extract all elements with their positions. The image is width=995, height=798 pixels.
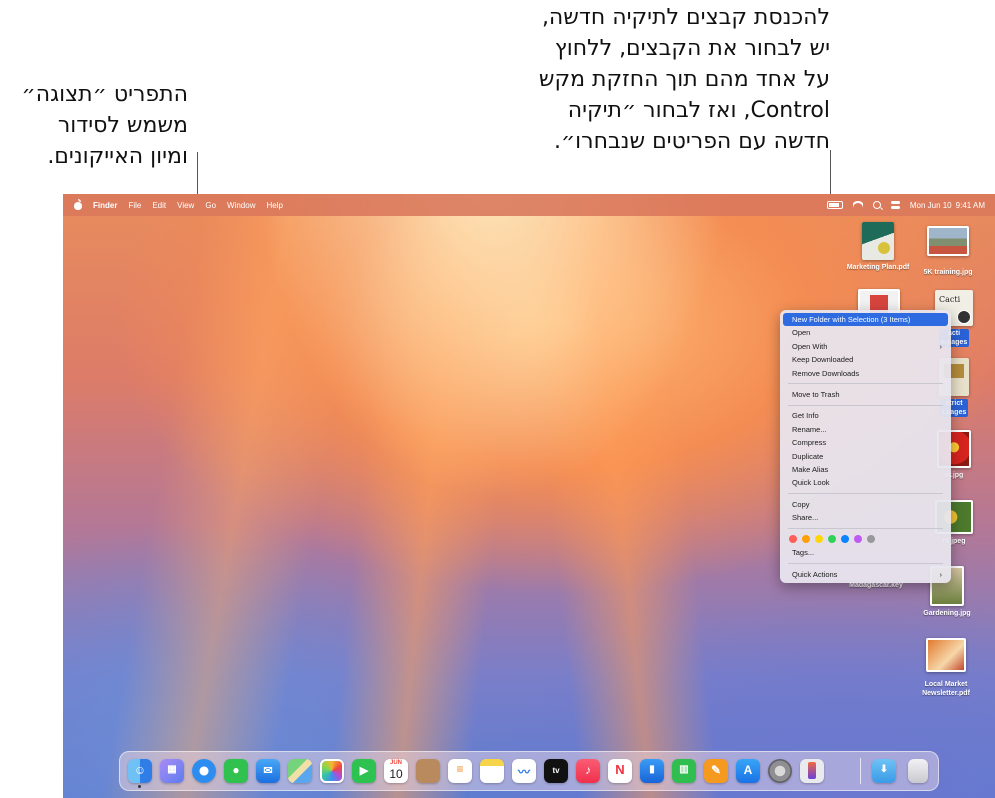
menu-bar-time[interactable]: 9:41 AM <box>956 201 985 210</box>
mail-icon[interactable]: ✉ <box>256 759 280 783</box>
battery-icon[interactable] <box>826 201 843 209</box>
tag-gray[interactable] <box>867 535 875 544</box>
tag-red[interactable] <box>789 535 797 544</box>
callout-new-folder: להכנסת קבצים לתיקיה חדשה, יש לבחור את הק… <box>538 5 830 154</box>
menu-item-quick-look[interactable]: Quick Look <box>783 476 948 489</box>
launchpad-icon[interactable]: ▦ <box>160 759 184 783</box>
menu-view[interactable]: View <box>177 201 194 210</box>
calendar-icon[interactable]: JUN 10 <box>384 759 408 783</box>
context-menu: New Folder with Selection (3 Items) Open… <box>780 310 951 583</box>
keynote-icon[interactable]: ▮ <box>640 759 664 783</box>
menu-item-label: Open With <box>792 341 828 351</box>
menu-item-label: Quick Actions <box>792 569 838 579</box>
desktop-file-label: Marketing Plan.pdf <box>846 264 910 271</box>
chevron-right-icon: › <box>939 569 943 579</box>
menu-separator <box>788 563 943 565</box>
facetime-icon[interactable]: ▶ <box>352 759 376 783</box>
menu-item-quick-actions[interactable]: Quick Actions › <box>783 568 948 581</box>
menu-separator <box>788 404 943 406</box>
downloads-folder-icon[interactable]: ⬇ <box>872 759 896 783</box>
menu-item-rename[interactable]: Rename... <box>783 423 948 436</box>
menu-file[interactable]: File <box>128 201 141 210</box>
menu-item-move-to-trash[interactable]: Move to Trash <box>783 388 948 401</box>
menu-finder[interactable]: Finder <box>93 201 117 210</box>
tag-orange[interactable] <box>802 535 810 544</box>
messages-icon[interactable]: ● <box>224 759 248 783</box>
freeform-icon[interactable]: 〰 <box>512 759 536 783</box>
iphone-mirroring-icon[interactable] <box>800 759 824 783</box>
menu-item-open[interactable]: Open <box>783 326 948 339</box>
tv-label: tv <box>552 766 560 775</box>
desktop-file-label: Gardening.jpg <box>923 610 971 617</box>
control-center-icon[interactable] <box>890 201 900 209</box>
maps-icon[interactable] <box>288 759 312 783</box>
apple-icon[interactable] <box>74 199 82 210</box>
pages-icon[interactable]: ✎ <box>704 759 728 783</box>
callout-leader-line <box>197 152 198 198</box>
menu-item-share[interactable]: Share... <box>783 511 948 524</box>
desktop-screen: Finder File Edit View Go Window Help Mon… <box>63 194 995 798</box>
desktop-file-label: 5K training.jpg <box>923 269 973 276</box>
numbers-icon[interactable]: ▥ <box>672 759 696 783</box>
chevron-right-icon: › <box>939 341 943 351</box>
menu-edit[interactable]: Edit <box>152 201 166 210</box>
desktop-file-icon[interactable]: 5K training.jpg <box>913 226 983 277</box>
reminders-icon[interactable]: ≡ <box>448 759 472 783</box>
spotlight-icon[interactable] <box>872 201 881 209</box>
menu-item-compress[interactable]: Compress <box>783 436 948 449</box>
system-settings-icon[interactable] <box>768 759 792 783</box>
menu-item-make-alias[interactable]: Make Alias <box>783 463 948 476</box>
dock: ☺ ▦ ● ✉ ▶ JUN 10 ≡ 〰 tv ♪ N ▮ ▥ ✎ A ⬇ <box>119 751 939 791</box>
finder-icon[interactable]: ☺ <box>128 759 152 783</box>
desktop-file-icon[interactable]: Local Market Newsletter.pdf <box>911 638 981 698</box>
menu-bar-date[interactable]: Mon Jun 10 <box>910 201 952 210</box>
wifi-icon[interactable] <box>853 201 863 209</box>
photos-icon[interactable] <box>320 759 344 783</box>
menu-item-open-with[interactable]: Open With › <box>783 340 948 353</box>
apple-tv-icon[interactable]: tv <box>544 759 568 783</box>
tag-yellow[interactable] <box>815 535 823 544</box>
news-icon[interactable]: N <box>608 759 632 783</box>
tag-purple[interactable] <box>854 535 862 544</box>
callout-view-menu: התפריט ״תצוגה״ משמש לסידור ומיון האייקונ… <box>21 82 188 169</box>
tag-blue[interactable] <box>841 535 849 544</box>
notes-icon[interactable] <box>480 759 504 783</box>
menu-bar: Finder File Edit View Go Window Help Mon… <box>63 194 995 216</box>
desktop-file-label: Local Market Newsletter.pdf <box>922 681 970 697</box>
menu-item-duplicate[interactable]: Duplicate <box>783 450 948 463</box>
desktop-file-icon[interactable]: Marketing Plan.pdf <box>843 222 913 272</box>
running-indicator <box>138 785 141 788</box>
safari-icon[interactable] <box>192 759 216 783</box>
trash-icon[interactable] <box>908 759 928 783</box>
menu-item-keep-downloaded[interactable]: Keep Downloaded <box>783 353 948 366</box>
menu-separator <box>788 493 943 495</box>
menu-window[interactable]: Window <box>227 201 255 210</box>
menu-item-get-info[interactable]: Get Info <box>783 409 948 422</box>
tag-colors <box>780 532 951 546</box>
menu-separator <box>788 383 943 385</box>
menu-item-new-folder-with-selection[interactable]: New Folder with Selection (3 Items) <box>783 313 948 327</box>
menu-item-remove-downloads[interactable]: Remove Downloads <box>783 367 948 380</box>
contacts-icon[interactable] <box>416 759 440 783</box>
app-store-icon[interactable]: A <box>736 759 760 783</box>
menu-help[interactable]: Help <box>266 201 282 210</box>
music-icon[interactable]: ♪ <box>576 759 600 783</box>
menu-go[interactable]: Go <box>205 201 216 210</box>
calendar-month: JUN <box>389 760 402 766</box>
dock-separator <box>860 758 861 784</box>
menu-separator <box>788 527 943 529</box>
tag-green[interactable] <box>828 535 836 544</box>
menu-item-copy[interactable]: Copy <box>783 498 948 511</box>
calendar-day: 10 <box>389 767 403 781</box>
menu-item-tags[interactable]: Tags... <box>783 546 948 559</box>
